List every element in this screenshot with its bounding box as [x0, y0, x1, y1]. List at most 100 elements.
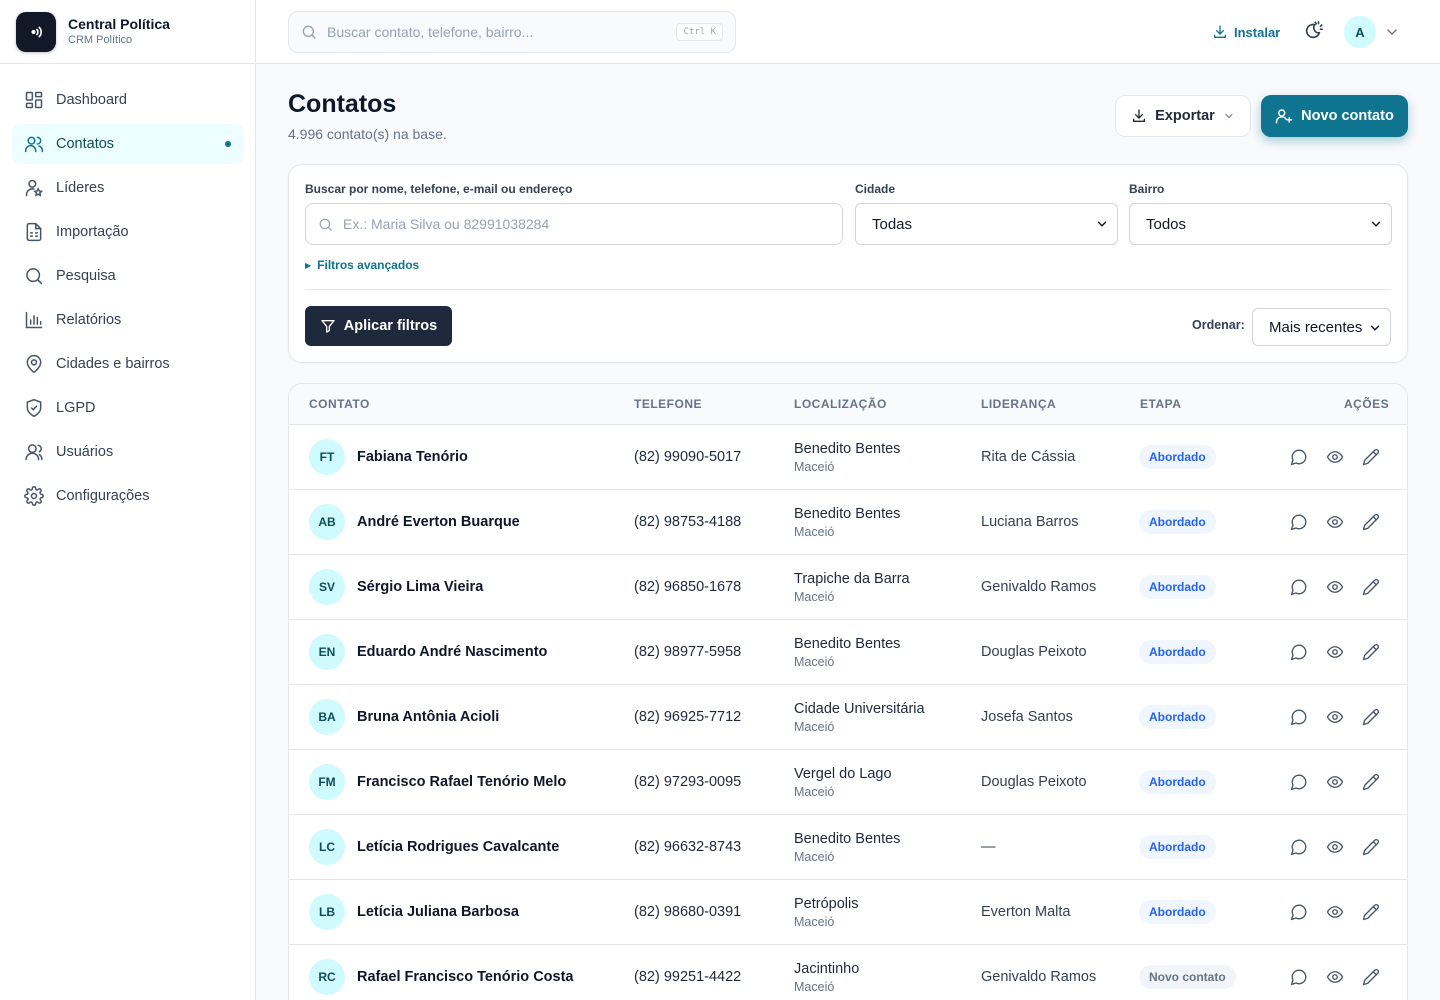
message-icon[interactable]	[1290, 968, 1308, 986]
sidebar-item-cidades[interactable]: Cidades e bairros	[12, 344, 243, 384]
contact-cidade: Maceió	[794, 720, 835, 734]
new-contact-button[interactable]: Novo contato	[1261, 95, 1408, 137]
eye-icon[interactable]	[1326, 773, 1344, 791]
sidebar-item-lgpd[interactable]: LGPD	[12, 388, 243, 428]
table-row[interactable]: SV Sérgio Lima Vieira (82) 96850-1678 Tr…	[289, 555, 1407, 620]
table-row[interactable]: EN Eduardo André Nascimento (82) 98977-5…	[289, 620, 1407, 685]
eye-icon[interactable]	[1326, 838, 1344, 856]
message-icon[interactable]	[1290, 903, 1308, 921]
contact-bairro: Petrópolis	[794, 896, 859, 912]
column-header-contact[interactable]: CONTATO	[309, 397, 370, 411]
contact-name[interactable]: Letícia Juliana Barbosa	[357, 904, 519, 920]
theme-toggle-icon[interactable]	[1302, 20, 1326, 44]
edit-pencil-icon[interactable]	[1362, 448, 1380, 466]
contact-name[interactable]: Eduardo André Nascimento	[357, 644, 547, 660]
stage-badge: Abordado	[1139, 575, 1216, 599]
message-icon[interactable]	[1290, 838, 1308, 856]
sidebar-item-contatos[interactable]: Contatos	[12, 124, 243, 164]
column-header-location[interactable]: LOCALIZAÇÃO	[794, 397, 887, 411]
message-icon[interactable]	[1290, 578, 1308, 596]
contact-leader: Everton Malta	[981, 904, 1071, 920]
sidebar-item-relatorios[interactable]: Relatórios	[12, 300, 243, 340]
contact-name[interactable]: Bruna Antônia Acioli	[357, 709, 499, 725]
edit-pencil-icon[interactable]	[1362, 643, 1380, 661]
filter-search-input[interactable]	[343, 216, 823, 232]
contact-leader: Douglas Peixoto	[981, 774, 1087, 790]
message-icon[interactable]	[1290, 513, 1308, 531]
bairro-label: Bairro	[1129, 182, 1165, 196]
sidebar-item-pesquisa[interactable]: Pesquisa	[12, 256, 243, 296]
table-row[interactable]: RC Rafael Francisco Tenório Costa (82) 9…	[289, 945, 1407, 1000]
eye-icon[interactable]	[1326, 578, 1344, 596]
edit-pencil-icon[interactable]	[1362, 513, 1380, 531]
search-icon	[24, 266, 44, 286]
column-header-stage[interactable]: ETAPA	[1140, 397, 1181, 411]
sidebar-item-lideres[interactable]: Líderes	[12, 168, 243, 208]
stage-badge: Abordado	[1139, 705, 1216, 729]
triangle-right-icon: ▶	[305, 260, 312, 270]
stage-badge: Abordado	[1139, 770, 1216, 794]
table-row[interactable]: AB André Everton Buarque (82) 98753-4188…	[289, 490, 1407, 555]
contact-name[interactable]: Francisco Rafael Tenório Melo	[357, 774, 566, 790]
filter-search-label: Buscar por nome, telefone, e-mail ou end…	[305, 182, 573, 196]
contact-name[interactable]: Fabiana Tenório	[357, 449, 468, 465]
eye-icon[interactable]	[1326, 903, 1344, 921]
sidebar-item-importacao[interactable]: Importação	[12, 212, 243, 252]
eye-icon[interactable]	[1326, 448, 1344, 466]
sidebar-item-configuracoes[interactable]: Configurações	[12, 476, 243, 516]
contact-name[interactable]: Rafael Francisco Tenório Costa	[357, 969, 573, 985]
edit-pencil-icon[interactable]	[1362, 578, 1380, 596]
table-row[interactable]: BA Bruna Antônia Acioli (82) 96925-7712 …	[289, 685, 1407, 750]
bairro-select-value: Todos	[1146, 215, 1187, 233]
user-avatar[interactable]: A	[1344, 16, 1376, 48]
apply-filters-button[interactable]: Aplicar filtros	[305, 306, 452, 346]
advanced-filters-toggle[interactable]: ▶ Filtros avançados	[305, 258, 419, 272]
export-button[interactable]: Exportar	[1115, 95, 1251, 137]
edit-pencil-icon[interactable]	[1362, 708, 1380, 726]
contact-bairro: Benedito Bentes	[794, 506, 901, 522]
table-row[interactable]: LC Letícia Rodrigues Cavalcante (82) 966…	[289, 815, 1407, 880]
contact-phone: (82) 96632-8743	[634, 839, 742, 855]
chevron-down-icon[interactable]	[1384, 24, 1400, 40]
message-icon[interactable]	[1290, 448, 1308, 466]
eye-icon[interactable]	[1326, 513, 1344, 531]
edit-pencil-icon[interactable]	[1362, 838, 1380, 856]
new-contact-label: Novo contato	[1301, 108, 1394, 124]
eye-icon[interactable]	[1326, 708, 1344, 726]
global-search-input[interactable]	[327, 24, 657, 40]
edit-pencil-icon[interactable]	[1362, 968, 1380, 986]
message-icon[interactable]	[1290, 643, 1308, 661]
contact-phone: (82) 99251-4422	[634, 969, 742, 985]
message-icon[interactable]	[1290, 773, 1308, 791]
order-select[interactable]: Mais recentes	[1252, 308, 1391, 346]
sidebar-item-usuarios[interactable]: Usuários	[12, 432, 243, 472]
filter-search-field	[305, 203, 843, 245]
sidebar-item-label: Relatórios	[56, 312, 122, 328]
column-header-phone[interactable]: TELEFONE	[634, 397, 702, 411]
city-select[interactable]: Todas	[855, 203, 1118, 245]
table-row[interactable]: FM Francisco Rafael Tenório Melo (82) 97…	[289, 750, 1407, 815]
sidebar-item-dashboard[interactable]: Dashboard	[12, 80, 243, 120]
contact-name[interactable]: Letícia Rodrigues Cavalcante	[357, 839, 559, 855]
contact-cidade: Maceió	[794, 850, 835, 864]
contact-bairro: Benedito Bentes	[794, 831, 901, 847]
message-icon[interactable]	[1290, 708, 1308, 726]
contact-name[interactable]: André Everton Buarque	[357, 514, 520, 530]
contact-name[interactable]: Sérgio Lima Vieira	[357, 579, 483, 595]
eye-icon[interactable]	[1326, 643, 1344, 661]
install-button[interactable]: Instalar	[1212, 20, 1280, 44]
contact-cidade: Maceió	[794, 980, 835, 994]
sidebar-item-label: Configurações	[56, 488, 150, 504]
contacts-table: CONTATO TELEFONE LOCALIZAÇÃO LIDERANÇA E…	[288, 383, 1408, 1000]
order-label: Ordenar:	[1192, 318, 1245, 332]
table-row[interactable]: LB Letícia Juliana Barbosa (82) 98680-03…	[289, 880, 1407, 945]
table-row[interactable]: FT Fabiana Tenório (82) 99090-5017 Bened…	[289, 425, 1407, 490]
eye-icon[interactable]	[1326, 968, 1344, 986]
contact-avatar: EN	[309, 634, 345, 670]
edit-pencil-icon[interactable]	[1362, 903, 1380, 921]
edit-pencil-icon[interactable]	[1362, 773, 1380, 791]
column-header-leadership[interactable]: LIDERANÇA	[981, 397, 1056, 411]
bairro-select[interactable]: Todos	[1129, 203, 1392, 245]
install-label: Instalar	[1234, 24, 1281, 40]
contact-phone: (82) 96925-7712	[634, 709, 742, 725]
